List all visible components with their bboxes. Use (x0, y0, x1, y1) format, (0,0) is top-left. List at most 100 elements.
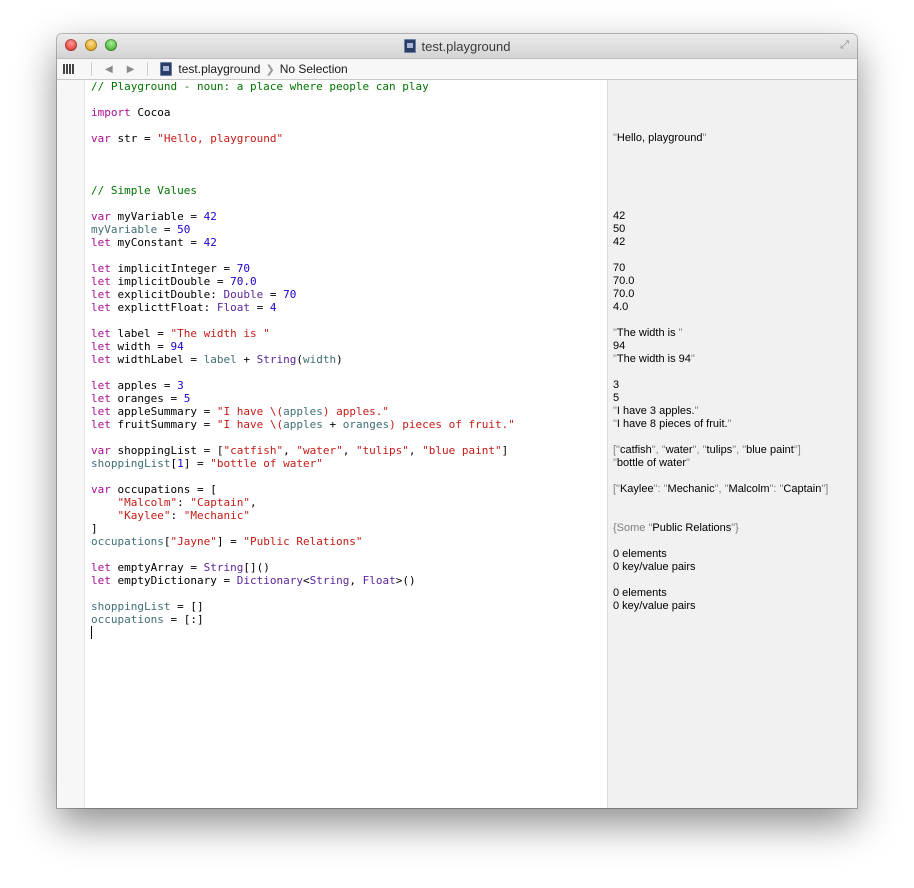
code-line[interactable]: var myVariable = 42 (91, 210, 515, 223)
code-line[interactable]: "Kaylee": "Mechanic" (91, 509, 515, 522)
code-line[interactable] (91, 548, 515, 561)
code-line[interactable]: ] (91, 522, 515, 535)
breadcrumb-file[interactable]: test.playground (178, 62, 260, 76)
result-line: 50 (613, 223, 828, 236)
token: let (91, 236, 111, 249)
token: apples (283, 418, 323, 431)
code-line[interactable]: shoppingList = [] (91, 600, 515, 613)
result-line (613, 249, 828, 262)
code-line[interactable] (91, 158, 515, 171)
code-line[interactable] (91, 314, 515, 327)
code-line[interactable]: let emptyDictionary = Dictionary<String,… (91, 574, 515, 587)
token: ) apples." (322, 405, 390, 418)
code-line[interactable]: let oranges = 5 (91, 392, 515, 405)
token: = (263, 288, 284, 301)
token: < (302, 574, 310, 587)
token: myVariable = (110, 210, 204, 223)
code-line[interactable] (91, 431, 515, 444)
related-items-icon[interactable] (63, 64, 75, 74)
jump-bar-divider (91, 62, 92, 76)
code-line[interactable]: myVariable = 50 (91, 223, 515, 236)
token: ", " (651, 444, 666, 456)
back-arrow-icon[interactable]: ◀ (105, 64, 113, 75)
code-line[interactable]: let implicitDouble = 70.0 (91, 275, 515, 288)
token: oranges = (110, 392, 184, 405)
token: var (91, 483, 111, 496)
token: "catfish" (223, 444, 284, 457)
code-line[interactable]: var occupations = [ (91, 483, 515, 496)
result-line: 94 (613, 340, 828, 353)
code-line[interactable]: // Simple Values (91, 184, 515, 197)
code-line[interactable]: let implicitInteger = 70 (91, 262, 515, 275)
code-line[interactable]: var shoppingList = ["catfish", "water", … (91, 444, 515, 457)
token: shoppingList (91, 457, 171, 470)
code-line[interactable] (91, 587, 515, 600)
token: + (322, 418, 343, 431)
token: let (91, 275, 111, 288)
token: = [] (170, 600, 204, 613)
code-line[interactable]: let appleSummary = "I have \(apples) app… (91, 405, 515, 418)
token: ) pieces of fruit." (389, 418, 515, 431)
result-line: 70.0 (613, 275, 828, 288)
jump-bar-divider-2 (147, 62, 149, 76)
code-line[interactable] (91, 197, 515, 210)
token: Captain (783, 483, 822, 495)
result-line (613, 119, 828, 132)
code-line[interactable] (91, 626, 515, 639)
token: width (302, 353, 337, 366)
result-line (613, 431, 828, 444)
code-line[interactable] (91, 119, 515, 132)
result-line (613, 106, 828, 119)
code-line[interactable]: import Cocoa (91, 106, 515, 119)
code-line[interactable]: let apples = 3 (91, 379, 515, 392)
token: "I have \( (216, 405, 284, 418)
breadcrumb-selection[interactable]: No Selection (280, 62, 348, 76)
code-line[interactable]: shoppingList[1] = "bottle of water" (91, 457, 515, 470)
token: shoppingList = [ (110, 444, 224, 457)
result-line (613, 314, 828, 327)
code-line[interactable] (91, 145, 515, 158)
token: 70 (283, 288, 297, 301)
token: 70.0 (230, 275, 257, 288)
token: import (91, 106, 131, 119)
result-line: 42 (613, 210, 828, 223)
result-line (613, 184, 828, 197)
result-line (613, 158, 828, 171)
token: = (157, 223, 178, 236)
source-code[interactable]: // Playground - noun: a place where peop… (91, 80, 515, 639)
token: "The width is " (170, 327, 270, 340)
code-line[interactable] (91, 93, 515, 106)
fullscreen-icon[interactable]: ⤢ (838, 39, 851, 52)
code-line[interactable] (91, 171, 515, 184)
forward-arrow-icon[interactable]: ▶ (127, 64, 135, 75)
token: [" (613, 483, 620, 495)
source-editor[interactable]: // Playground - noun: a place where peop… (85, 80, 607, 808)
window-title-group: test.playground (57, 34, 857, 58)
token: "Captain" (190, 496, 250, 509)
token: Public Relations (652, 522, 732, 534)
token: , (283, 444, 297, 457)
code-line[interactable]: var str = "Hello, playground" (91, 132, 515, 145)
token: 3 (177, 379, 184, 392)
code-line[interactable]: let emptyArray = String[]() (91, 561, 515, 574)
code-line[interactable] (91, 249, 515, 262)
token: [" (613, 444, 620, 456)
code-line[interactable]: "Malcolm": "Captain", (91, 496, 515, 509)
token: let (91, 288, 111, 301)
result-line: 5 (613, 392, 828, 405)
code-line[interactable]: let explicttFloat: Float = 4 (91, 301, 515, 314)
code-line[interactable]: occupations["Jayne"] = "Public Relations… (91, 535, 515, 548)
code-line[interactable]: let myConstant = 42 (91, 236, 515, 249)
token: " (694, 405, 699, 417)
token: 42 (613, 210, 626, 222)
code-line[interactable]: let widthLabel = label + String(width) (91, 353, 515, 366)
code-line[interactable] (91, 470, 515, 483)
code-line[interactable]: let fruitSummary = "I have \(apples + or… (91, 418, 515, 431)
code-line[interactable]: let label = "The width is " (91, 327, 515, 340)
code-line[interactable]: let width = 94 (91, 340, 515, 353)
token: Float (362, 574, 396, 587)
code-line[interactable]: let explicitDouble: Double = 70 (91, 288, 515, 301)
code-line[interactable] (91, 366, 515, 379)
code-line[interactable]: occupations = [:] (91, 613, 515, 626)
code-line[interactable]: // Playground - noun: a place where peop… (91, 80, 515, 93)
